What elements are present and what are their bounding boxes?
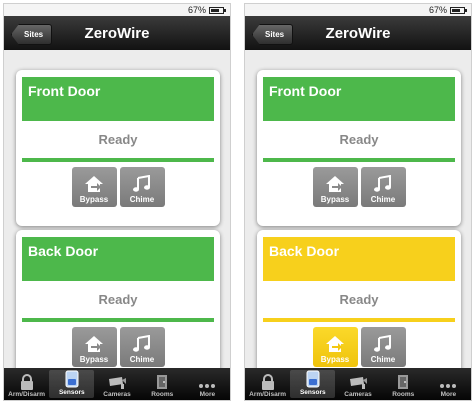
sensor-name: Back Door	[263, 237, 455, 281]
page-title: ZeroWire	[325, 24, 391, 42]
sensor-card: Back Door Ready Bypass Chime	[257, 230, 461, 372]
music-note-icon	[374, 175, 391, 192]
bypass-icon	[85, 176, 103, 192]
music-note-icon	[374, 335, 391, 352]
tab-label: Cameras	[344, 391, 372, 398]
nav-bar: Sites ZeroWire	[245, 16, 471, 50]
bypass-button[interactable]: Bypass	[71, 327, 117, 367]
chime-button[interactable]: Chime	[119, 327, 165, 367]
tab-bar: Arm/Disarm Sensors Cameras Rooms More	[245, 368, 471, 400]
sensor-card: Front Door Ready Bypass Chime	[16, 70, 220, 226]
tab-label: More	[199, 391, 216, 398]
battery-icon	[450, 6, 467, 14]
bypass-icon	[326, 336, 344, 352]
sensor-status: Ready	[339, 292, 379, 307]
chime-label: Chime	[370, 195, 396, 204]
tab-label: Rooms	[392, 391, 415, 398]
tab-label: Sensors	[58, 389, 85, 396]
rooms-icon	[157, 375, 168, 389]
battery-percent: 67%	[428, 5, 447, 15]
status-bar-line	[263, 158, 455, 162]
status-bar: 67%	[4, 4, 230, 16]
tab-sensors[interactable]: Sensors	[290, 370, 336, 398]
tab-label: Arm/Disarm	[8, 391, 46, 398]
status-bar-line	[22, 318, 214, 322]
chime-button[interactable]: Chime	[119, 167, 165, 207]
bypass-label: Bypass	[320, 355, 350, 364]
tab-bar: Arm/Disarm Sensors Cameras Rooms More	[4, 368, 230, 400]
tab-more[interactable]: More	[426, 368, 471, 400]
tab-label: Cameras	[103, 391, 131, 398]
battery-icon	[209, 6, 226, 14]
chime-button[interactable]: Chime	[360, 327, 406, 367]
tab-arm-disarm[interactable]: Arm/Disarm	[245, 368, 290, 400]
tab-arm-disarm[interactable]: Arm/Disarm	[4, 368, 49, 400]
chime-label: Chime	[129, 355, 155, 364]
status-bar: 67%	[245, 4, 471, 16]
tab-more[interactable]: More	[185, 368, 230, 400]
camera-icon	[350, 377, 367, 389]
tab-rooms[interactable]: Rooms	[140, 368, 185, 400]
bypass-button-active[interactable]: Bypass	[312, 327, 358, 367]
sensor-card: Back Door Ready Bypass Chime	[16, 230, 220, 372]
tab-label: Sensors	[299, 389, 326, 396]
tab-label: Arm/Disarm	[249, 391, 287, 398]
tab-label: More	[440, 391, 457, 398]
sensor-name: Back Door	[22, 237, 214, 281]
status-bar-line	[22, 158, 214, 162]
more-icon	[440, 384, 457, 388]
chime-label: Chime	[129, 195, 155, 204]
sites-back-button[interactable]: Sites	[11, 24, 53, 45]
tab-cameras[interactable]: Cameras	[94, 368, 139, 400]
rooms-icon	[398, 375, 409, 389]
bypass-icon	[85, 336, 103, 352]
sensor-status: Ready	[98, 292, 138, 307]
bypass-icon	[326, 176, 344, 192]
sensor-name: Front Door	[263, 77, 455, 121]
sensor-status: Ready	[339, 132, 379, 147]
tab-label: Rooms	[151, 391, 174, 398]
sensor-icon	[65, 370, 79, 388]
tab-rooms[interactable]: Rooms	[381, 368, 426, 400]
bypass-label: Bypass	[79, 195, 109, 204]
phone-screen-left: 67% Sites ZeroWire Front Door Ready Bypa…	[3, 3, 231, 401]
sensor-list[interactable]: Front Door Ready Bypass Chime Back Door …	[4, 50, 230, 372]
status-bar-line	[263, 318, 455, 322]
battery-percent: 67%	[187, 5, 206, 15]
bypass-label: Bypass	[79, 355, 109, 364]
chime-button[interactable]: Chime	[360, 167, 406, 207]
nav-bar: Sites ZeroWire	[4, 16, 230, 50]
tab-sensors[interactable]: Sensors	[49, 370, 95, 398]
phone-screen-right: 67% Sites ZeroWire Front Door Ready Bypa…	[244, 3, 472, 401]
bypass-button[interactable]: Bypass	[71, 167, 117, 207]
sites-back-button[interactable]: Sites	[252, 24, 294, 45]
lock-icon	[261, 374, 274, 390]
music-note-icon	[133, 335, 150, 352]
lock-icon	[20, 374, 33, 390]
camera-icon	[109, 377, 126, 389]
tab-cameras[interactable]: Cameras	[335, 368, 380, 400]
sensor-list[interactable]: Front Door Ready Bypass Chime Back Door …	[245, 50, 471, 372]
bypass-label: Bypass	[320, 195, 350, 204]
page-title: ZeroWire	[84, 24, 150, 42]
more-icon	[199, 384, 216, 388]
sensor-name: Front Door	[22, 77, 214, 121]
bypass-button[interactable]: Bypass	[312, 167, 358, 207]
sensor-status: Ready	[98, 132, 138, 147]
chime-label: Chime	[370, 355, 396, 364]
sensor-card: Front Door Ready Bypass Chime	[257, 70, 461, 226]
music-note-icon	[133, 175, 150, 192]
sensor-icon	[306, 370, 320, 388]
